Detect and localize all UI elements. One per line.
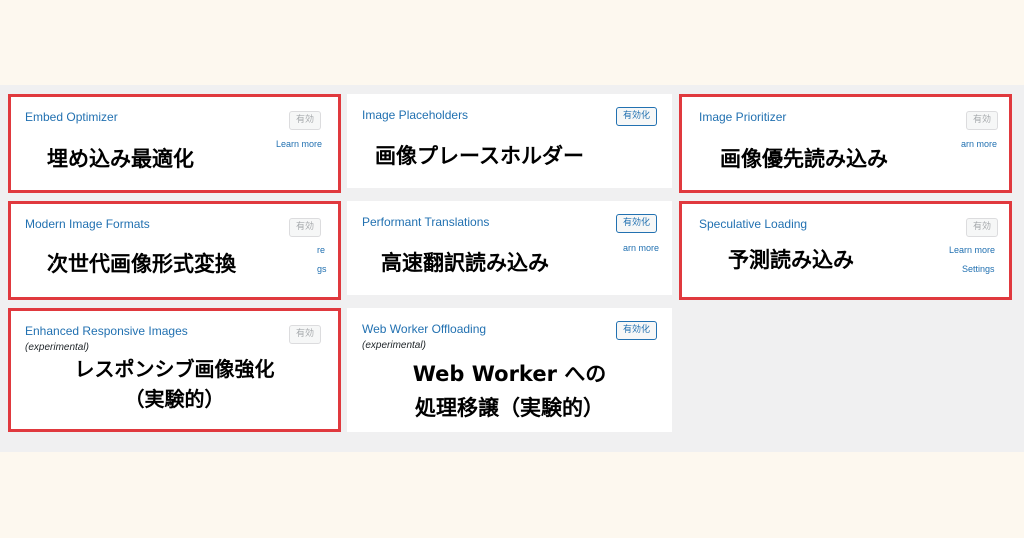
activate-button[interactable]: 有効 [289,218,322,237]
overlay-caption: 予測読み込み [728,248,854,272]
experimental-label: (experimental) [362,340,426,351]
overlay-caption-line1: レスポンシブ画像強化 [74,357,275,381]
overlay-caption: 次世代画像形式変換 [47,252,236,276]
card-image-placeholders: Image Placeholders 有効化 画像プレースホルダー [347,94,672,188]
activate-button[interactable]: 有効 [289,111,322,130]
card-embed-optimizer: Embed Optimizer 有効 Learn more 埋め込み最適化 [8,94,341,193]
card-image-prioritizer: Image Prioritizer 有効 arn more 画像優先読み込み [679,94,1012,193]
card-web-worker-offloading: Web Worker Offloading (experimental) 有効化… [347,308,672,432]
overlay-caption: 画像プレースホルダー [375,144,584,168]
card-speculative-loading: Speculative Loading 有効 Learn more Settin… [679,201,1012,300]
overlay-caption: 高速翻訳読み込み [381,251,549,275]
activate-button[interactable]: 有効化 [616,214,658,233]
activate-button[interactable]: 有効化 [616,107,658,126]
experimental-label: (experimental) [25,342,89,353]
learn-more-link[interactable]: Learn more [949,245,995,255]
card-title[interactable]: Modern Image Formats [25,217,150,231]
card-performant-translations: Performant Translations 有効化 arn more 高速翻… [347,201,672,295]
settings-link[interactable]: gs [317,264,327,274]
learn-more-link[interactable]: arn more [961,139,997,149]
overlay-caption-line1: Web Worker への [412,362,607,386]
card-title[interactable]: Image Placeholders [362,108,468,122]
overlay-caption-line2: （実験的） [124,387,225,411]
activate-button[interactable]: 有効 [966,218,999,237]
card-title[interactable]: Embed Optimizer [25,110,118,124]
card-title[interactable]: Speculative Loading [699,217,807,231]
card-title[interactable]: Image Prioritizer [699,110,786,124]
card-title[interactable]: Web Worker Offloading [362,322,486,336]
overlay-caption-line2: 処理移譲（実験的） [415,396,604,420]
card-title[interactable]: Enhanced Responsive Images [25,324,188,338]
overlay-caption: 画像優先読み込み [720,147,888,171]
card-modern-image-formats: Modern Image Formats 有効 re gs 次世代画像形式変換 [8,201,341,300]
activate-button[interactable]: 有効 [966,111,999,130]
learn-more-link[interactable]: Learn more [276,139,322,149]
card-enhanced-responsive-images: Enhanced Responsive Images (experimental… [8,308,341,432]
activate-button[interactable]: 有効 [289,325,322,344]
learn-more-link[interactable]: re [317,245,325,255]
learn-more-link[interactable]: arn more [623,243,659,253]
activate-button[interactable]: 有効化 [616,321,658,340]
overlay-caption: 埋め込み最適化 [47,147,194,171]
settings-link[interactable]: Settings [962,264,995,274]
card-title[interactable]: Performant Translations [362,215,489,229]
